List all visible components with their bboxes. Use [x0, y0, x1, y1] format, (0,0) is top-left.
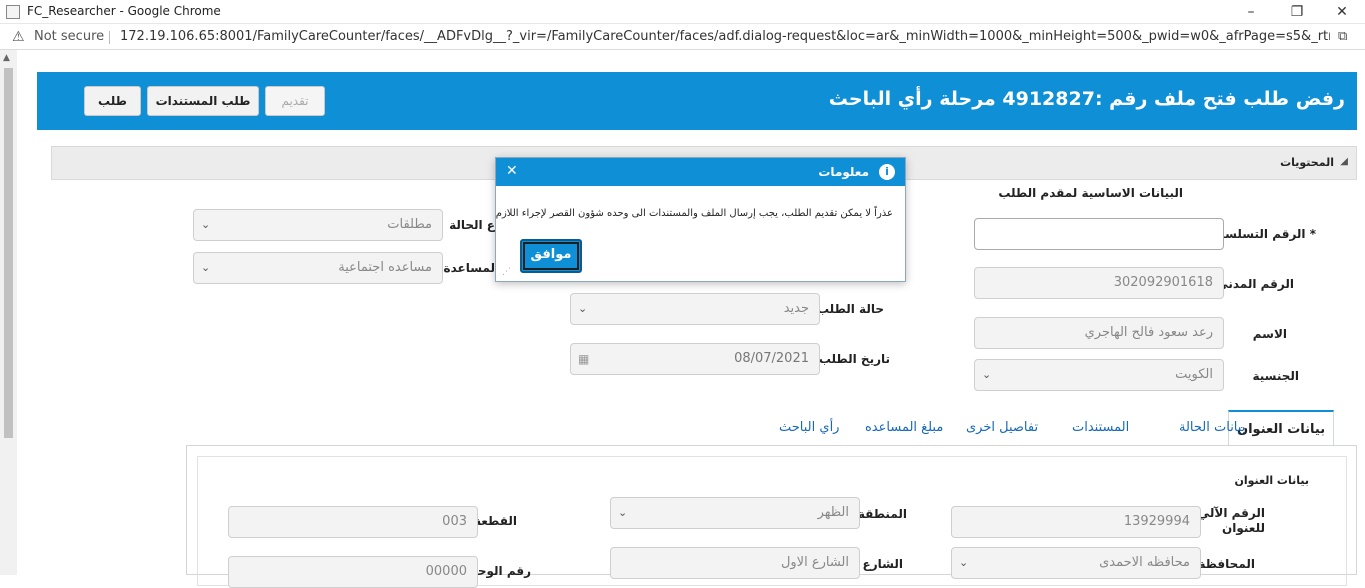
tab-documents[interactable]: المستندات: [1072, 410, 1129, 446]
request-status-select[interactable]: ⌄ جديد: [570, 293, 820, 325]
request-date-field: ▦ 08/07/2021: [570, 343, 820, 375]
request-status-value: جديد: [783, 301, 809, 316]
page-header: رفض طلب فتح ملف رقم :4912827 مرحلة رأي ا…: [37, 72, 1357, 130]
info-icon: i: [879, 164, 895, 180]
window-titlebar: FC_Researcher - Google Chrome – ❐ ✕: [0, 0, 1365, 24]
app-icon: [6, 5, 20, 19]
dialog-header[interactable]: i معلومات ✕: [496, 158, 905, 186]
case-type-select[interactable]: ⌄ مطلقات: [193, 209, 443, 241]
warning-icon[interactable]: ⚠: [12, 29, 25, 45]
request-date-label: تاريخ الطلب: [818, 352, 890, 366]
chevron-down-icon: ⌄: [201, 218, 211, 231]
submit-button[interactable]: تقديم: [265, 86, 325, 116]
ok-button[interactable]: موافق: [520, 239, 582, 273]
chevron-down-icon: ⌄: [201, 261, 211, 274]
civil-number-field: 302092901618: [974, 267, 1224, 299]
request-status-label: حالة الطلب: [816, 302, 884, 316]
scroll-thumb[interactable]: [4, 68, 13, 438]
contents-label: المحتويات: [1280, 156, 1334, 169]
nationality-select[interactable]: ⌄ الكويت: [974, 359, 1224, 391]
street-label: الشارع: [862, 557, 903, 571]
address-section-label: بيانات العنوان: [1234, 474, 1309, 487]
aid-type-label: لمساعدة: [443, 261, 495, 275]
collapse-triangle-icon[interactable]: ◢: [1340, 156, 1348, 167]
governorate-label: المحافظة: [1198, 557, 1255, 571]
url-field[interactable]: 172.19.106.65:8001/FamilyCareCounter/fac…: [120, 29, 1330, 44]
basic-data-section-label: البيانات الاساسية لمقدم الطلب: [998, 186, 1183, 200]
name-label: الاسم: [1252, 327, 1287, 341]
window-title: FC_Researcher - Google Chrome: [27, 4, 221, 18]
civil-number-label: الرقم المدني: [1216, 277, 1294, 291]
chevron-down-icon: ⌄: [618, 506, 628, 519]
chevron-down-icon: ⌄: [959, 556, 969, 569]
name-field: رعد سعود فالح الهاجري: [974, 317, 1224, 349]
scroll-up-icon[interactable]: ▲: [3, 53, 10, 63]
dialog-message: عذراً لا يمكن تقديم الطلب، يجب إرسال الم…: [495, 208, 893, 219]
address-bar: ⚠ Not secure 172.19.106.65:8001/FamilyCa…: [0, 24, 1365, 50]
governorate-value: محافظه الاحمدى: [1099, 555, 1190, 570]
tab-researcher-opinion[interactable]: رأي الباحث: [779, 410, 839, 446]
info-dialog: i معلومات ✕ عذراً لا يمكن تقديم الطلب، ي…: [495, 157, 906, 282]
unit-number-field: 00000: [228, 556, 478, 588]
close-window-button[interactable]: ✕: [1327, 2, 1357, 22]
chevron-down-icon: ⌄: [982, 368, 992, 381]
block-field: 003: [228, 506, 478, 538]
aid-type-value: مساعده اجتماعية: [338, 260, 432, 275]
region-value: الظهر: [817, 505, 849, 520]
address-separator: [109, 31, 110, 44]
page-title: رفض طلب فتح ملف رقم :4912827 مرحلة رأي ا…: [828, 88, 1345, 110]
minimize-button[interactable]: –: [1236, 2, 1266, 22]
block-label: القطعة: [474, 514, 517, 528]
tab-case-data[interactable]: بيانات الحالة: [1179, 410, 1245, 446]
aid-type-select[interactable]: ⌄ مساعده اجتماعية: [193, 252, 443, 284]
security-label[interactable]: Not secure: [34, 29, 104, 44]
maximize-button[interactable]: ❐: [1282, 2, 1312, 22]
request-documents-button[interactable]: طلب المستندات: [147, 86, 259, 116]
page-scrollbar[interactable]: ▲: [0, 50, 17, 575]
case-type-value: مطلقات: [387, 217, 432, 232]
nationality-label: الجنسية: [1252, 369, 1299, 383]
close-icon[interactable]: ✕: [506, 163, 518, 179]
tab-other-details[interactable]: تفاصيل اخرى: [966, 410, 1038, 446]
chevron-down-icon: ⌄: [578, 302, 588, 315]
street-field: الشارع الاول: [610, 547, 860, 579]
calendar-icon[interactable]: ▦: [578, 344, 589, 374]
translate-icon[interactable]: ⧉: [1338, 29, 1347, 44]
tab-bar: بيانات العنوان بيانات الحالة المستندات ت…: [770, 410, 1360, 446]
request-date-value: 08/07/2021: [734, 351, 809, 366]
tab-aid-amount[interactable]: مبلغ المساعده: [865, 410, 943, 446]
serial-number-input[interactable]: [974, 218, 1224, 250]
serial-number-label: * الرقم التسلسلي: [1208, 227, 1316, 241]
request-button[interactable]: طلب: [84, 86, 141, 116]
region-label: المنطقة: [857, 507, 907, 521]
region-select[interactable]: ⌄ الظهر: [610, 497, 860, 529]
resize-grip-icon[interactable]: ⋰: [502, 267, 511, 277]
nationality-value: الكويت: [1175, 367, 1213, 382]
case-type-label: ع الحالة: [449, 218, 495, 232]
governorate-select[interactable]: ⌄ محافظه الاحمدى: [951, 547, 1201, 579]
auto-address-number-field: 13929994: [951, 506, 1201, 538]
dialog-title: معلومات: [818, 165, 869, 179]
